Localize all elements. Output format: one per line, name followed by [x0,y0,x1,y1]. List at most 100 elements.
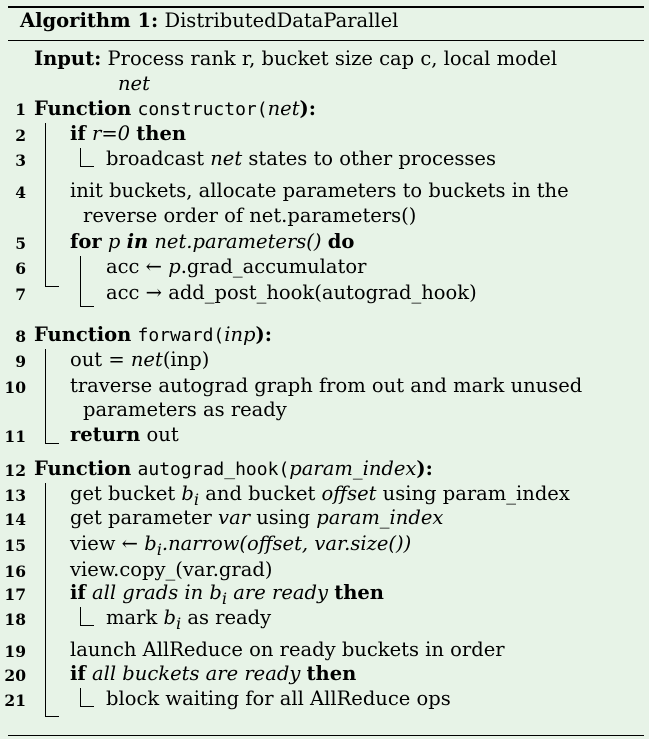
text: net [210,147,243,170]
title-rule [8,40,644,41]
line-number: 2 [15,126,26,145]
keyword: if [70,122,86,145]
function-name: constructor [137,99,257,120]
condition: are ready [227,581,328,604]
line-5: for p in net.parameters() do [70,231,354,253]
keyword: Function [34,323,132,346]
text: b [144,532,157,555]
block-end [45,443,59,444]
line-number: 12 [4,461,26,480]
text: using [250,506,317,529]
text: param_index [316,506,444,529]
algorithm-label: Algorithm 1: [20,9,159,32]
line-2: if r=0 then [70,123,186,145]
block-bar [80,607,81,625]
keyword: then [306,662,357,685]
function-arg: param_index [289,457,417,480]
block-end [80,625,94,626]
algorithm-title: Algorithm 1: DistributedDataParallel [20,9,398,32]
iterable: net.parameters() [154,230,322,253]
text: out = [70,348,131,371]
text: as ready [181,606,272,629]
input-text: Process rank r, bucket size cap c, local… [107,47,558,70]
line-number: 13 [4,486,26,505]
text: b [181,482,194,505]
text: offset [321,482,377,505]
block-bar [80,148,81,166]
paren: ): [299,97,316,120]
text: and bucket [199,482,322,505]
line-number: 1 [15,100,26,119]
paren: ): [416,457,433,480]
line-number: 6 [15,259,26,278]
function-arg: inp [224,323,256,346]
block-end [45,286,59,287]
function-name: autograd_hook [137,459,279,480]
paren: ( [256,99,268,120]
line-9: out = net(inp) [70,349,209,371]
keyword: then [136,122,187,145]
line-15: view ← bi.narrow(offset, var.size()) [70,533,411,561]
condition: all buckets are ready [92,662,301,685]
text: view ← [70,532,145,555]
line-number: 16 [4,562,26,581]
text: p [168,255,181,278]
input-text-cont: net [118,72,150,95]
keyword: if [70,581,86,604]
line-7: acc → add_post_hook(autograd_hook) [106,281,477,304]
line-number: 5 [15,234,26,253]
line-number: 3 [15,151,26,170]
block-bar [45,349,46,443]
line-16: view.copy_(var.grad) [70,558,273,581]
line-number: 21 [4,691,26,710]
text: out [146,423,179,446]
line-1: Function constructor(net): [34,98,316,121]
line-11: return out [70,424,179,446]
line-8: Function forward(inp): [34,324,272,347]
line-10-cont: parameters as ready [83,398,287,421]
text: .grad_accumulator [180,255,367,278]
text: (inp) [162,348,210,371]
line-18: mark bi as ready [106,607,271,635]
loop-var: p [107,230,121,253]
line-10: traverse autograd graph from out and mar… [70,374,583,397]
keyword: in [126,230,149,253]
line-20: if all buckets are ready then [70,663,356,685]
keyword: return [70,423,141,446]
text: using param_index [376,482,570,505]
line-number: 18 [4,610,26,629]
block-end [45,716,59,717]
function-name: forward [137,325,214,346]
line-number: 15 [4,536,26,555]
text: b [163,606,176,629]
line-4-cont: reverse order of net.parameters() [83,204,417,227]
text: .narrow(offset, var.size()) [161,532,412,555]
text: net [130,348,163,371]
line-19: launch AllReduce on ready buckets in ord… [70,638,505,661]
block-end [80,166,94,167]
text: get bucket [70,482,182,505]
block-end [80,706,94,707]
block-bar [45,483,46,716]
text: states to other processes [248,147,496,170]
condition: r=0 [92,122,131,145]
text: acc ← [106,255,169,278]
paren: ( [278,459,290,480]
keyword: do [327,230,355,253]
line-4: init buckets, allocate parameters to buc… [70,179,569,202]
input-line: Input: Process rank r, bucket size cap c… [34,48,557,70]
line-number: 8 [15,327,26,346]
text: var [218,506,251,529]
text: broadcast [106,147,205,170]
paren: ( [213,325,225,346]
line-number: 17 [4,585,26,604]
keyword: Function [34,97,132,120]
keyword: then [334,581,384,604]
input-label: Input: [34,47,102,70]
block-bar [45,123,46,286]
function-arg: net [267,97,300,120]
line-6: acc ← p.grad_accumulator [106,256,366,278]
line-14: get parameter var using param_index [70,507,443,529]
keyword: for [70,230,102,253]
line-number: 10 [4,378,26,397]
